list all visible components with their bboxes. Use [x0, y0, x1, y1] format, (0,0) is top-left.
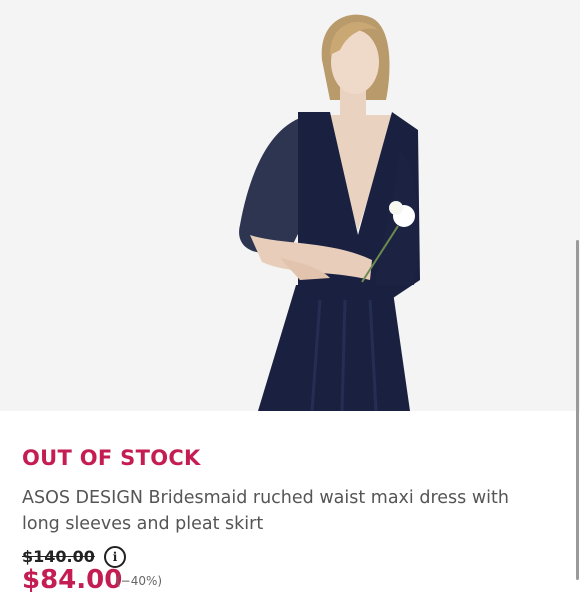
- product-image[interactable]: [0, 0, 580, 411]
- page-scrollbar[interactable]: [576, 240, 579, 580]
- product-title: ASOS DESIGN Bridesmaid ruched waist maxi…: [22, 488, 509, 534]
- stock-status-label: OUT OF STOCK: [22, 446, 201, 470]
- original-price: $140.00: [22, 547, 95, 566]
- sale-discount-note: (−40%): [116, 574, 163, 588]
- sale-price: $84.00: [22, 565, 123, 595]
- model-illustration: [239, 14, 420, 411]
